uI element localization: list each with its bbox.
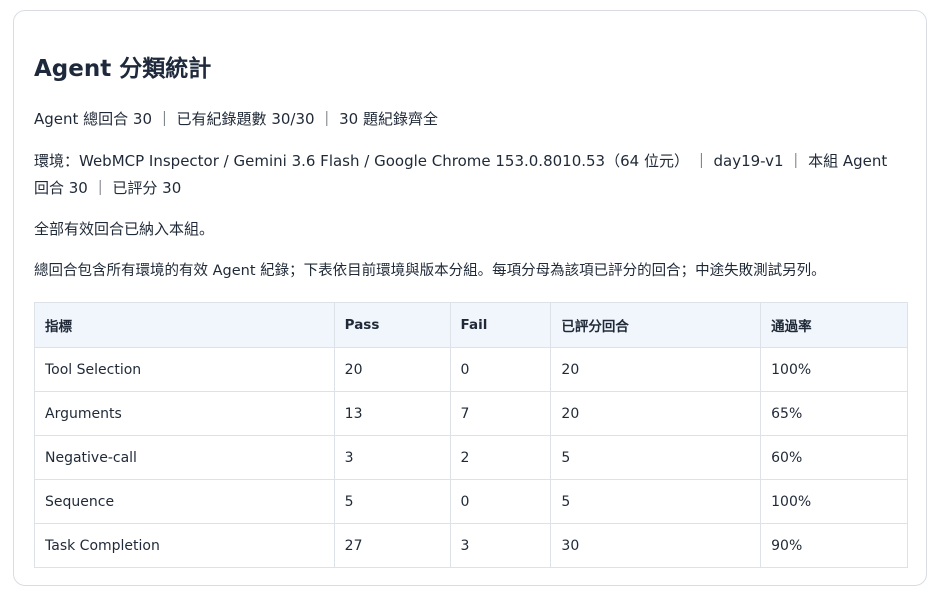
stats-table: 指標 Pass Fail 已評分回合 通過率 Tool Selection 20…	[34, 302, 908, 568]
header-metric: 指標	[34, 302, 335, 348]
table-row: Tool Selection 20 0 20 100%	[34, 347, 908, 392]
cell-fail: 0	[449, 347, 552, 392]
header-fail: Fail	[449, 302, 552, 348]
cell-scored: 20	[550, 347, 762, 392]
cell-rate: 60%	[760, 435, 908, 480]
cell-scored: 5	[550, 435, 762, 480]
table-row: Sequence 5 0 5 100%	[34, 479, 908, 524]
cell-rate: 90%	[760, 523, 908, 568]
cell-pass: 3	[333, 435, 451, 480]
table-row: Arguments 13 7 20 65%	[34, 391, 908, 436]
panel-title: Agent 分類統計	[34, 56, 212, 82]
cell-scored: 30	[550, 523, 762, 568]
cell-metric: Task Completion	[34, 523, 335, 568]
header-pass: Pass	[333, 302, 451, 348]
cell-fail: 7	[449, 391, 552, 436]
cell-pass: 5	[333, 479, 451, 524]
cell-metric: Arguments	[34, 391, 335, 436]
agent-stats-card: Agent 分類統計 Agent 總回合 30 ｜ 已有紀錄題數 30/30 ｜…	[13, 10, 927, 586]
environment-line-continued: 回合 30 ｜ 已評分 30	[34, 179, 182, 197]
summary-line: Agent 總回合 30 ｜ 已有紀錄題數 30/30 ｜ 30 題紀錄齊全	[34, 110, 438, 128]
cell-rate: 100%	[760, 479, 908, 524]
cell-pass: 20	[333, 347, 451, 392]
cell-rate: 65%	[760, 391, 908, 436]
cell-metric: Sequence	[34, 479, 335, 524]
table-row: Task Completion 27 3 30 90%	[34, 523, 908, 568]
cell-fail: 0	[449, 479, 552, 524]
cell-rate: 100%	[760, 347, 908, 392]
cell-scored: 20	[550, 391, 762, 436]
environment-line: 環境：WebMCP Inspector / Gemini 3.6 Flash /…	[34, 152, 888, 170]
header-rate: 通過率	[760, 302, 908, 348]
cell-metric: Negative-call	[34, 435, 335, 480]
cell-scored: 5	[550, 479, 762, 524]
cell-pass: 27	[333, 523, 451, 568]
cell-metric: Tool Selection	[34, 347, 335, 392]
explanation-note: 總回合包含所有環境的有效 Agent 紀錄；下表依目前環境與版本分組。每項分母為…	[34, 263, 826, 279]
table-header-row: 指標 Pass Fail 已評分回合 通過率	[34, 302, 908, 348]
cell-fail: 2	[449, 435, 552, 480]
header-scored: 已評分回合	[550, 302, 762, 348]
cell-fail: 3	[449, 523, 552, 568]
cell-pass: 13	[333, 391, 451, 436]
included-note: 全部有效回合已納入本組。	[34, 220, 215, 238]
table-row: Negative-call 3 2 5 60%	[34, 435, 908, 480]
